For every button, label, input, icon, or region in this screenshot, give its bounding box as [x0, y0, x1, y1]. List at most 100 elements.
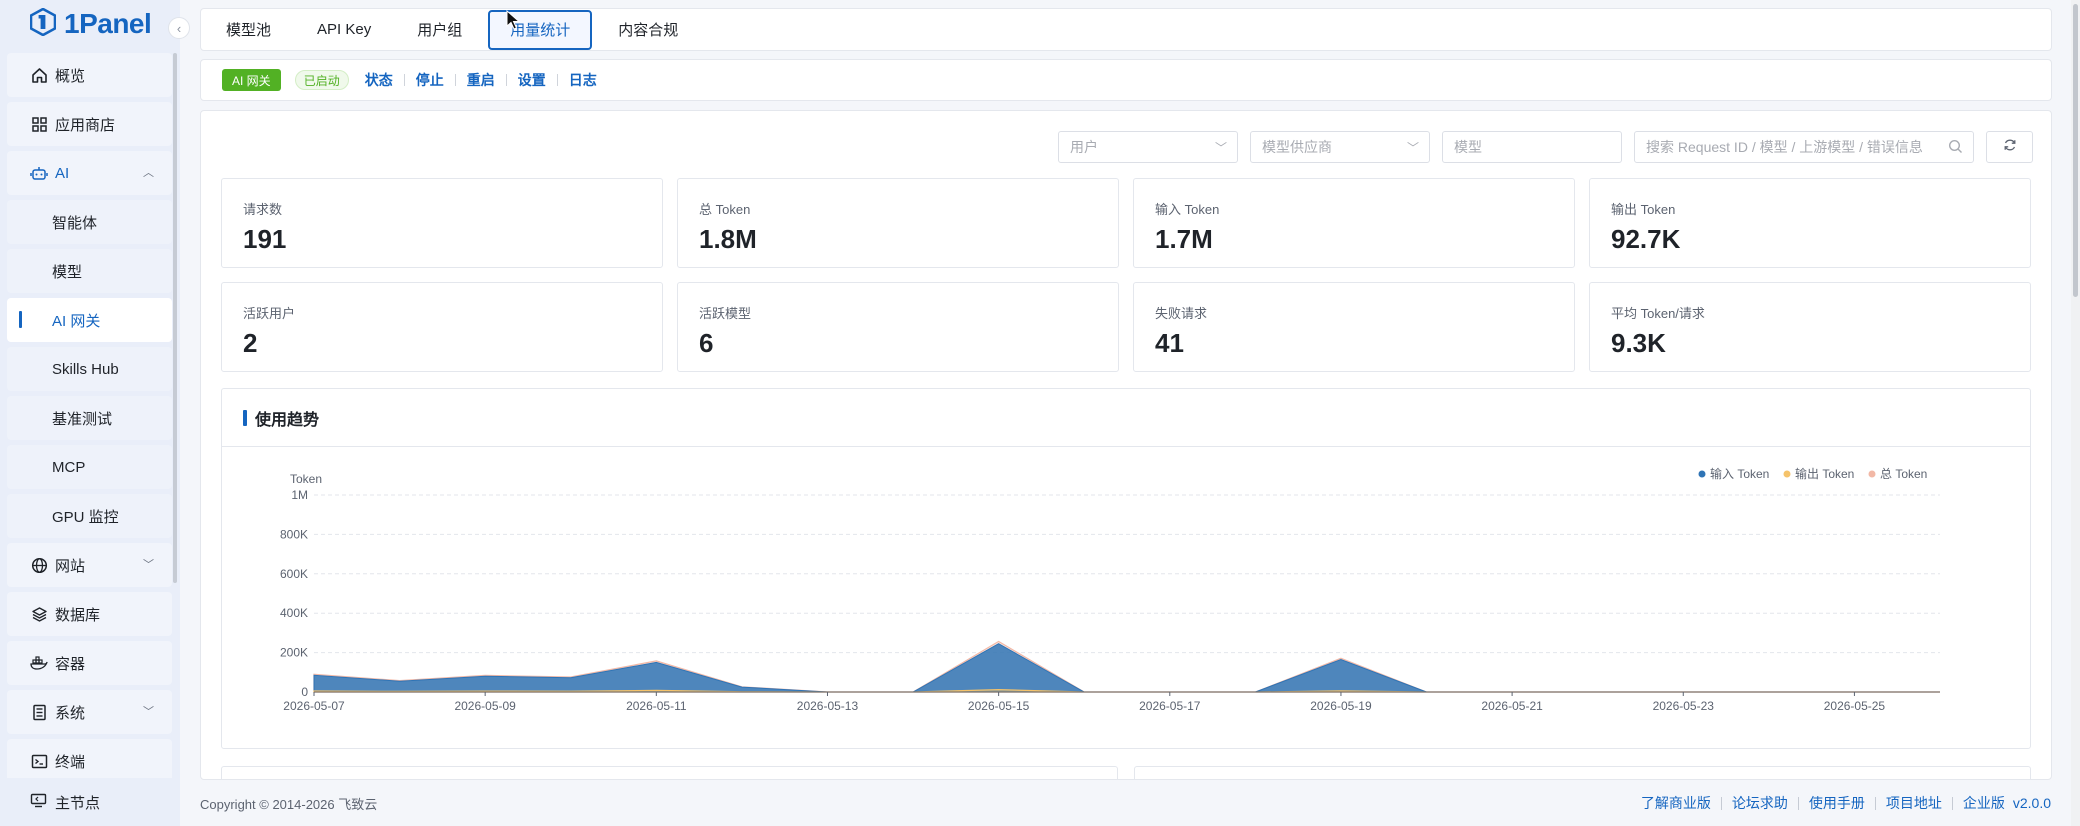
sidebar-item-container[interactable]: 容器 [7, 641, 172, 685]
status-badge: 已启动 [294, 70, 349, 90]
app-name-tag: AI 网关 [222, 69, 281, 91]
refresh-button[interactable] [1986, 131, 2033, 163]
sidebar-item-label: 网站 [55, 557, 86, 575]
sidebar-item-label: 智能体 [52, 214, 98, 232]
chevron-down-icon: ﹀ [143, 559, 154, 571]
restart-link[interactable]: 重启 [467, 70, 495, 90]
model-input-placeholder: 模型 [1454, 139, 1482, 155]
y-tick-label: 800K [280, 527, 308, 541]
y-tick-label: 600K [280, 567, 308, 581]
sidebar-item-skills-hub[interactable]: Skills Hub [7, 347, 172, 391]
sidebar-item-system[interactable]: 系统 ﹀ [7, 690, 172, 734]
sidebar-item-agents[interactable]: 智能体 [7, 200, 172, 244]
collapse-sidebar-button[interactable]: ‹ [168, 17, 190, 39]
stat-label: 输出 Token [1611, 202, 1676, 217]
legend-marker [1868, 470, 1876, 478]
search-input[interactable]: 搜索 Request ID / 模型 / 上游模型 / 错误信息 [1634, 131, 1974, 163]
usage-trend-chart: Token 0 200K 400K 600K 800K 1M 2026-05-07 2026-0… [280, 466, 1940, 713]
series-area-input [313, 643, 1940, 693]
page-footer: Copyright © 2014-2026 飞致云 了解商业版 论坛求助 使用手… [180, 780, 2071, 826]
x-tick-label: 2026-05-13 [797, 699, 859, 713]
tab-api-key[interactable]: API Key [297, 10, 391, 50]
chevron-up-icon: ︿ [143, 167, 154, 179]
divider [505, 74, 507, 86]
logo[interactable]: 1Panel [29, 7, 152, 41]
stat-card-avg-token: 平均 Token/请求 9.3K [1589, 282, 2031, 372]
divider [454, 74, 456, 86]
sidebar-item-label: GPU 监控 [52, 508, 119, 526]
search-input-placeholder: 搜索 Request ID / 模型 / 上游模型 / 错误信息 [1646, 139, 1923, 155]
model-input[interactable]: 模型 [1442, 131, 1622, 163]
sidebar-item-app-store[interactable]: 应用商店 [7, 102, 172, 146]
stat-value: 1.8M [699, 224, 757, 254]
refresh-icon [2003, 138, 2017, 157]
status-link[interactable]: 状态 [365, 70, 393, 90]
sidebar-item-label: 应用商店 [55, 116, 116, 134]
terminal-icon [29, 751, 49, 771]
legend-label: 总 Token [1880, 467, 1927, 481]
y-axis-title: Token [290, 472, 322, 486]
footer-link-forum[interactable]: 论坛求助 [1732, 793, 1788, 813]
sidebar-item-mcp[interactable]: MCP [7, 445, 172, 489]
stat-value: 1.7M [1155, 224, 1213, 254]
sidebar-scrollbar[interactable] [173, 53, 177, 583]
logs-link[interactable]: 日志 [569, 70, 597, 90]
sidebar-item-gpu-monitor[interactable]: GPU 监控 [7, 494, 172, 538]
sidebar-item-ai[interactable]: AI ︿ [7, 151, 172, 195]
x-tick-label: 2026-05-19 [1310, 699, 1372, 713]
node-label: 主节点 [55, 794, 101, 812]
node-switcher[interactable]: 主节点 [0, 778, 180, 826]
search-icon[interactable] [1948, 139, 1963, 157]
stat-value: 92.7K [1611, 224, 1681, 254]
usage-panel: 用户 ﹀ 模型供应商 ﹀ 模型 搜索 Request ID / 模型 / 上游模… [200, 110, 2052, 780]
tab-model-pool[interactable]: 模型池 [206, 10, 291, 50]
tab-usage-stats[interactable]: 用量统计 [488, 9, 593, 50]
divider [556, 74, 558, 86]
legend-marker [1698, 470, 1706, 478]
stat-label: 活跃用户 [243, 306, 296, 321]
chevron-down-icon: ﹀ [1214, 141, 1227, 155]
x-tick-label: 2026-05-11 [626, 699, 687, 713]
x-tick-label: 2026-05-07 [283, 699, 345, 713]
page-scrollbar[interactable] [2071, 0, 2080, 826]
sidebar-item-label: 数据库 [55, 606, 101, 624]
settings-link[interactable]: 设置 [518, 70, 546, 90]
chevron-down-icon: ﹀ [1406, 141, 1419, 155]
docker-icon [29, 653, 49, 673]
y-tick-label: 400K [280, 606, 308, 620]
user-select[interactable]: 用户 ﹀ [1058, 131, 1238, 163]
sidebar-item-label: 终端 [55, 753, 86, 771]
tab-user-group[interactable]: 用户组 [397, 10, 482, 50]
sidebar-item-ai-gateway[interactable]: AI 网关 [7, 298, 172, 342]
footer-link-manual[interactable]: 使用手册 [1809, 793, 1865, 813]
sidebar-item-website[interactable]: 网站 ﹀ [7, 543, 172, 587]
stat-value: 191 [243, 224, 287, 254]
sidebar-item-overview[interactable]: 概览 [7, 53, 172, 97]
sidebar-item-benchmark[interactable]: 基准测试 [7, 396, 172, 440]
user-select-placeholder: 用户 [1070, 139, 1098, 155]
sidebar-menu: 概览 应用商店 AI ︿ 智能体 模型 AI 网关 Skills Hub 基准测… [7, 53, 172, 788]
chevron-left-icon: ‹ [176, 20, 182, 36]
robot-icon [29, 163, 49, 183]
sidebar-item-terminal[interactable]: 终端 [7, 739, 172, 783]
mouse-cursor-icon [506, 9, 524, 35]
sidebar: 1Panel ‹ 概览 应用商店 AI ︿ 智能体 模型 AI 网关 Skill… [0, 0, 190, 826]
copyright-text: Copyright © 2014-2026 飞致云 [200, 796, 378, 812]
page-scrollbar-thumb[interactable] [2073, 4, 2078, 297]
tab-content-compliance[interactable]: 内容合规 [598, 10, 698, 50]
footer-link-commercial[interactable]: 了解商业版 [1641, 793, 1711, 813]
sidebar-item-models[interactable]: 模型 [7, 249, 172, 293]
y-tick-label: 1M [291, 488, 308, 502]
footer-link-enterprise[interactable]: 企业版 [1963, 793, 2005, 813]
stop-link[interactable]: 停止 [416, 70, 444, 90]
logo-icon [29, 7, 57, 41]
footer-link-project[interactable]: 项目地址 [1886, 793, 1942, 813]
provider-select[interactable]: 模型供应商 ﹀ [1250, 131, 1430, 163]
version-label[interactable]: v2.0.0 [2013, 795, 2051, 811]
grid-icon [29, 114, 49, 134]
sidebar-item-label: 容器 [55, 655, 86, 673]
x-tick-label: 2026-05-23 [1653, 699, 1715, 713]
sidebar-item-database[interactable]: 数据库 [7, 592, 172, 636]
sidebar-item-label: MCP [52, 458, 86, 476]
legend-label: 输入 Token [1710, 466, 1769, 481]
